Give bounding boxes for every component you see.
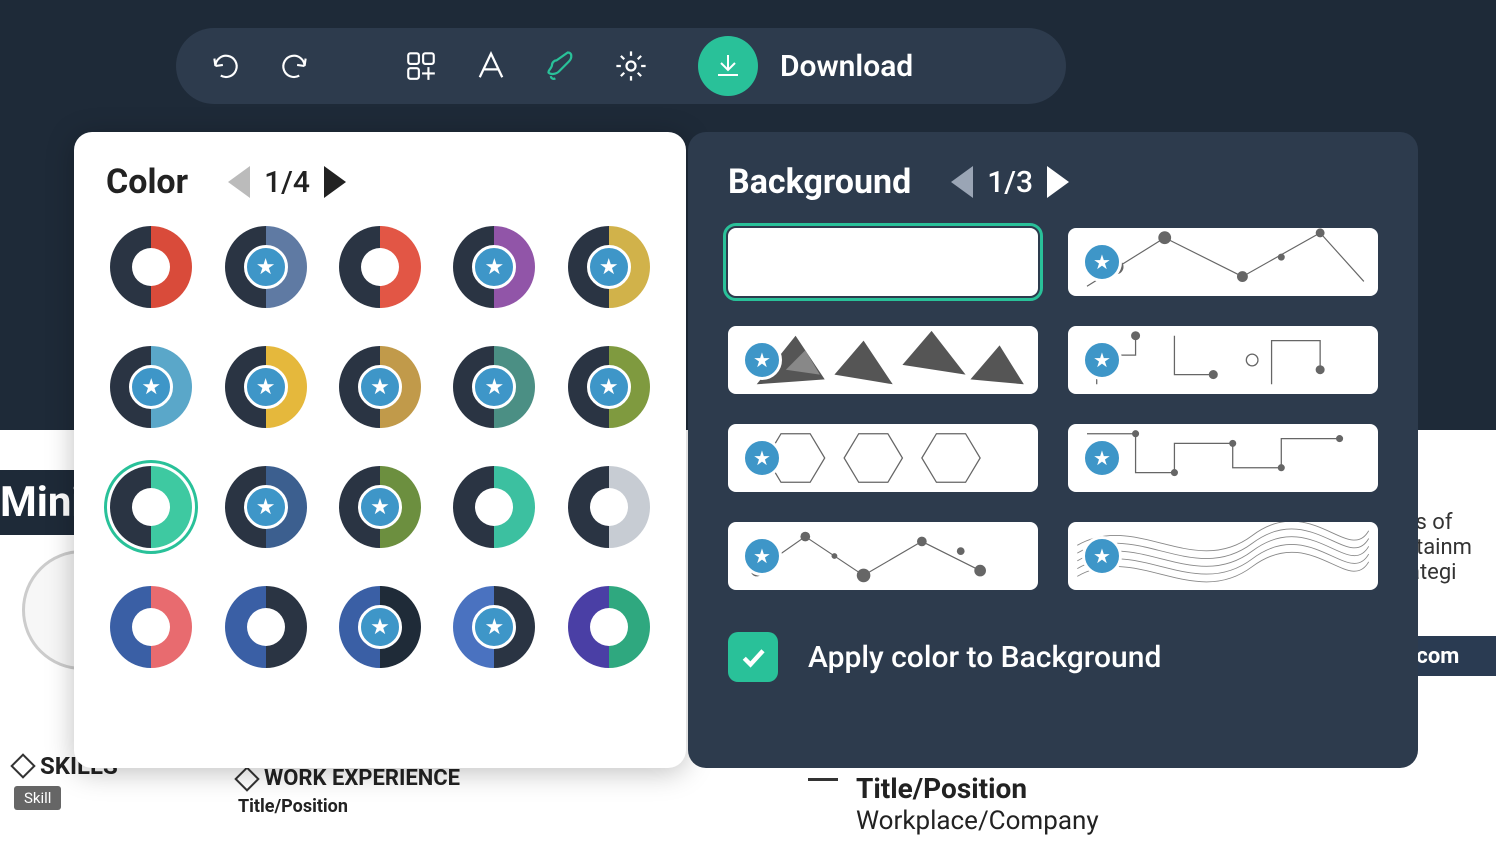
work-heading-text: WORK EXPERIENCE (264, 766, 460, 791)
diamond-icon (10, 753, 35, 778)
color-page-indicator: 1/4 (264, 165, 310, 200)
color-swatch-grid (106, 226, 654, 668)
download-label: Download (780, 49, 913, 84)
color-next-button[interactable] (324, 166, 346, 198)
color-prev-button[interactable] (228, 166, 250, 198)
premium-star-icon (587, 245, 631, 289)
color-swatch[interactable] (568, 586, 650, 668)
premium-star-icon (1082, 536, 1122, 576)
background-panel-header: Background 1/3 (728, 162, 1378, 202)
background-option[interactable] (1068, 424, 1378, 492)
background-option[interactable] (728, 522, 1038, 590)
divider (808, 778, 838, 781)
premium-star-icon (742, 438, 782, 478)
premium-star-icon (244, 485, 288, 529)
premium-star-icon (472, 245, 516, 289)
color-swatch[interactable] (110, 346, 192, 428)
background-panel: Background 1/3 Apply color to Background (688, 132, 1418, 768)
background-grid (728, 228, 1378, 590)
color-swatch[interactable] (453, 586, 535, 668)
premium-star-icon (1082, 242, 1122, 282)
apply-color-checkbox[interactable] (728, 632, 778, 682)
premium-star-icon (587, 365, 631, 409)
premium-star-icon (358, 485, 402, 529)
add-section-button[interactable] (400, 45, 442, 87)
dark-strip: .com (1410, 636, 1496, 676)
title-position-large: Title/Position (856, 772, 1027, 805)
background-option[interactable] (1068, 326, 1378, 394)
color-swatch[interactable] (225, 586, 307, 668)
redo-button[interactable] (274, 45, 316, 87)
color-swatch[interactable] (339, 346, 421, 428)
premium-star-icon (742, 536, 782, 576)
background-option[interactable] (728, 228, 1038, 296)
title-position-small: Title/Position (238, 796, 348, 817)
color-pager: 1/4 (228, 165, 346, 200)
background-option[interactable] (1068, 522, 1378, 590)
background-panel-title: Background (728, 162, 911, 202)
premium-star-icon (742, 340, 782, 380)
premium-star-icon (472, 605, 516, 649)
download-icon (698, 36, 758, 96)
background-pager: 1/3 (951, 165, 1069, 200)
workplace-line: Workplace/Company (856, 806, 1099, 836)
color-swatch[interactable] (110, 586, 192, 668)
skill-pill: Skill (14, 786, 61, 810)
color-panel-header: Color 1/4 (106, 162, 654, 202)
color-swatch[interactable] (568, 346, 650, 428)
color-swatch[interactable] (225, 346, 307, 428)
premium-star-icon (129, 365, 173, 409)
color-panel: Color 1/4 (74, 132, 686, 768)
premium-star-icon (244, 365, 288, 409)
background-option[interactable] (728, 326, 1038, 394)
background-option[interactable] (728, 424, 1038, 492)
background-option[interactable] (1068, 228, 1378, 296)
premium-star-icon (1082, 340, 1122, 380)
background-next-button[interactable] (1047, 166, 1069, 198)
apply-color-label: Apply color to Background (808, 640, 1161, 675)
settings-button[interactable] (610, 45, 652, 87)
undo-button[interactable] (204, 45, 246, 87)
premium-star-icon (244, 245, 288, 289)
color-swatch[interactable] (339, 586, 421, 668)
color-swatch[interactable] (568, 466, 650, 548)
font-button[interactable] (470, 45, 512, 87)
color-swatch[interactable] (453, 466, 535, 548)
color-panel-title: Color (106, 162, 188, 202)
premium-star-icon (358, 365, 402, 409)
background-page-indicator: 1/3 (987, 165, 1033, 200)
color-swatch[interactable] (110, 226, 192, 308)
work-heading: WORK EXPERIENCE (238, 766, 460, 791)
premium-star-icon (1082, 438, 1122, 478)
color-swatch[interactable] (453, 346, 535, 428)
premium-star-icon (358, 605, 402, 649)
color-swatch[interactable] (110, 466, 192, 548)
download-button[interactable]: Download (698, 36, 913, 96)
color-swatch[interactable] (568, 226, 650, 308)
color-swatch[interactable] (225, 226, 307, 308)
design-brush-button[interactable] (540, 45, 582, 87)
color-swatch[interactable] (225, 466, 307, 548)
diamond-icon (234, 766, 259, 791)
top-toolbar: Download (176, 28, 1066, 104)
color-swatch[interactable] (453, 226, 535, 308)
apply-color-row: Apply color to Background (728, 632, 1378, 682)
color-swatch[interactable] (339, 466, 421, 548)
background-prev-button[interactable] (951, 166, 973, 198)
premium-star-icon (472, 365, 516, 409)
color-swatch[interactable] (339, 226, 421, 308)
